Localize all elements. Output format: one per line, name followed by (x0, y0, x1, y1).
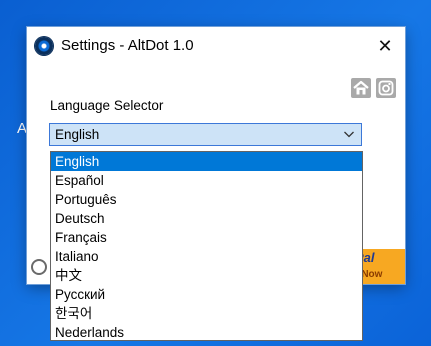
language-option[interactable]: Français (51, 228, 362, 247)
language-option[interactable]: Español (51, 171, 362, 190)
language-selector-label: Language Selector (50, 98, 164, 113)
language-option[interactable]: 中文 (51, 266, 362, 285)
chevron-down-icon (344, 131, 354, 138)
language-option[interactable]: 한국어 (51, 304, 362, 323)
info-icon[interactable] (31, 259, 47, 275)
close-button[interactable]: ✕ (365, 27, 405, 66)
language-option[interactable]: English (51, 152, 362, 171)
language-option[interactable]: Русский (51, 285, 362, 304)
close-icon: ✕ (377, 36, 393, 57)
combobox-selected-value: English (55, 127, 100, 142)
language-option[interactable]: Deutsch (51, 209, 362, 228)
instagram-icon (378, 80, 394, 96)
desktop-text-fragment: A (17, 120, 28, 137)
instagram-button[interactable] (376, 78, 396, 98)
language-option[interactable]: Português (51, 190, 362, 209)
language-option[interactable]: Italiano (51, 247, 362, 266)
language-option[interactable]: Nederlands (51, 323, 362, 340)
language-dropdown-list[interactable]: English Español Português Deutsch França… (50, 151, 363, 341)
language-combobox[interactable]: English (49, 123, 362, 146)
home-button[interactable] (351, 78, 371, 98)
window-title: Settings - AltDot 1.0 (61, 37, 194, 54)
home-icon (353, 80, 369, 95)
title-bar[interactable]: Settings - AltDot 1.0 ✕ (27, 27, 405, 66)
app-icon (35, 37, 53, 55)
